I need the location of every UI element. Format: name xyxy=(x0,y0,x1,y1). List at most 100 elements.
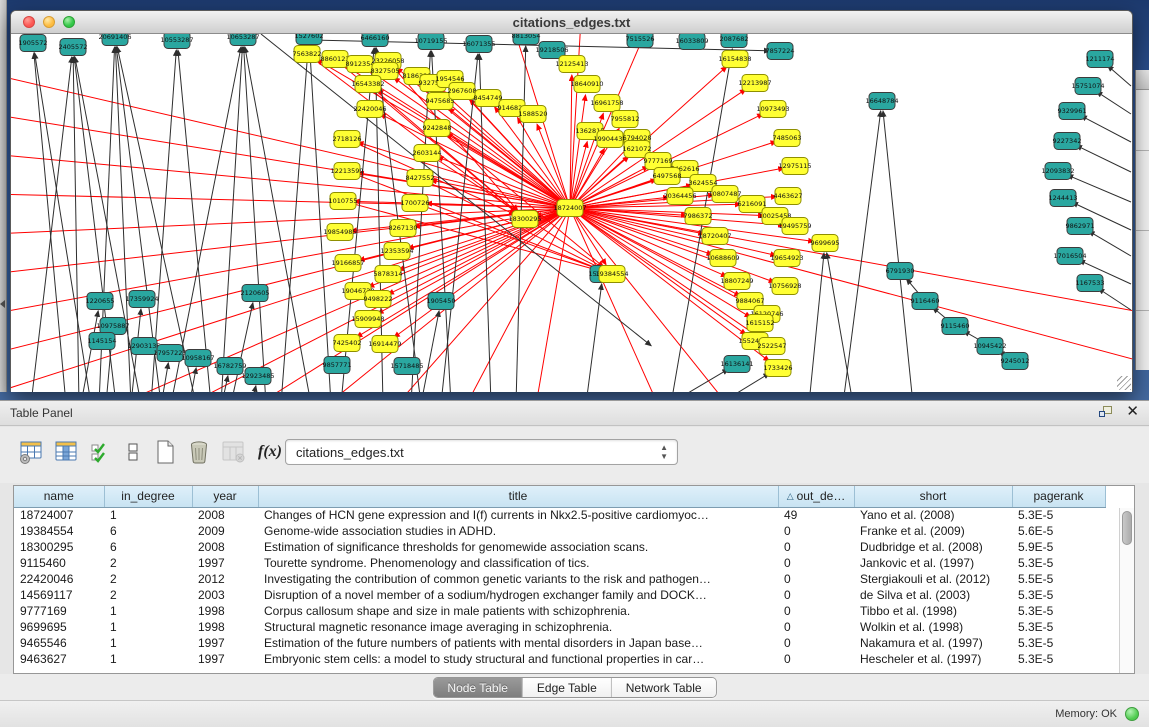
table-cell[interactable]: Estimation of significance thresholds fo… xyxy=(258,539,778,555)
table-cell[interactable]: 18300295 xyxy=(14,539,104,555)
table-cell[interactable]: Estimation of the future numbers of pati… xyxy=(258,635,778,651)
table-cell[interactable]: Changes of HCN gene expression and I(f) … xyxy=(258,507,778,523)
graph-node[interactable]: 19166857 xyxy=(331,255,364,272)
vertical-scrollbar[interactable] xyxy=(1119,508,1134,674)
table-cell[interactable]: Genome-wide association studies in ADHD. xyxy=(258,523,778,539)
graph-node[interactable]: 10945422 xyxy=(973,338,1006,355)
float-window-icon[interactable] xyxy=(1099,406,1115,420)
graph-node[interactable]: 8813054 xyxy=(512,34,541,45)
graph-node[interactable]: 9116460 xyxy=(911,293,940,310)
graph-node[interactable]: 7563822 xyxy=(293,46,322,63)
graph-node[interactable]: 9227342 xyxy=(1053,133,1082,150)
table-row[interactable]: 1872400712008Changes of HCN gene express… xyxy=(14,507,1105,523)
graph-node[interactable]: 1244413 xyxy=(1049,190,1078,207)
graph-node[interactable]: 16648784 xyxy=(865,93,898,110)
table-cell[interactable]: 1 xyxy=(104,603,192,619)
window-resize-grip[interactable] xyxy=(1117,376,1131,390)
graph-node[interactable]: 19654923 xyxy=(770,250,803,267)
graph-node[interactable]: 18807249 xyxy=(720,273,753,290)
table-cell[interactable]: Nakamura et al. (1997) xyxy=(854,635,1012,651)
table-cell[interactable]: 5.3E-5 xyxy=(1012,635,1105,651)
graph-node[interactable]: 22420046 xyxy=(353,101,386,118)
table-cell[interactable]: Structural magnetic resonance image aver… xyxy=(258,619,778,635)
table-row[interactable]: 1830029562008Estimation of significance … xyxy=(14,539,1105,555)
collapse-left-icon[interactable] xyxy=(0,300,5,308)
graph-node[interactable]: 16961758 xyxy=(590,95,623,112)
table-cell[interactable]: Yano et al. (2008) xyxy=(854,507,1012,523)
tab-node-table[interactable]: Node Table xyxy=(433,678,523,697)
table-cell[interactable]: Tourette syndrome. Phenomenology and cla… xyxy=(258,555,778,571)
table-cell[interactable]: 5.3E-5 xyxy=(1012,507,1105,523)
graph-edge[interactable] xyxy=(711,373,769,392)
new-table-icon[interactable] xyxy=(152,439,178,465)
table-cell[interactable]: Franke et al. (2009) xyxy=(854,523,1012,539)
graph-node[interactable]: 9777169 xyxy=(644,153,673,170)
graph-edge[interactable] xyxy=(189,368,196,392)
table-cell[interactable]: 9465546 xyxy=(14,635,104,651)
table-cell[interactable]: 49 xyxy=(778,507,854,523)
table-cell[interactable]: 9463627 xyxy=(14,651,104,667)
table-cell[interactable]: 1998 xyxy=(192,619,258,635)
table-cell[interactable]: 1997 xyxy=(192,555,258,571)
table-cell[interactable]: 14569117 xyxy=(14,587,104,603)
table-select[interactable]: citations_edges.txt ▲▼ xyxy=(285,439,678,465)
table-row[interactable]: 946362711997Embryonic stem cells: a mode… xyxy=(14,651,1105,667)
table-cell[interactable]: 0 xyxy=(778,523,854,539)
table-cell[interactable]: 1998 xyxy=(192,603,258,619)
table-cell[interactable]: 0 xyxy=(778,635,854,651)
graph-node[interactable]: 9498222 xyxy=(364,291,393,308)
graph-node[interactable]: 5878314 xyxy=(374,266,403,283)
table-cell[interactable]: 0 xyxy=(778,603,854,619)
table-cell[interactable]: 2008 xyxy=(192,539,258,555)
graph-node[interactable]: 6791930 xyxy=(886,263,915,280)
table-cell[interactable]: 0 xyxy=(778,555,854,571)
graph-node[interactable]: 7425402 xyxy=(333,335,362,352)
graph-node[interactable]: 1211174 xyxy=(1086,51,1115,68)
graph-node[interactable]: 6497568 xyxy=(653,168,682,185)
graph-node[interactable]: 9857771 xyxy=(323,357,352,374)
graph-node[interactable]: 7515526 xyxy=(626,34,655,48)
graph-node[interactable]: 19384554 xyxy=(595,266,628,283)
table-cell[interactable]: Tibbo et al. (1998) xyxy=(854,603,1012,619)
graph-edge[interactable] xyxy=(421,311,439,392)
graph-node[interactable]: 16071355 xyxy=(462,36,495,53)
graph-node[interactable]: 18640910 xyxy=(570,76,603,93)
table-cell[interactable]: Dudbridge et al. (2008) xyxy=(854,539,1012,555)
column-header-in_degree[interactable]: in_degree xyxy=(104,486,192,507)
tab-network-table[interactable]: Network Table xyxy=(612,678,716,697)
table-cell[interactable]: Embryonic stem cells: a model to study s… xyxy=(258,651,778,667)
graph-node[interactable]: 10973493 xyxy=(756,101,789,118)
graph-node[interactable]: 12213599 xyxy=(330,163,363,180)
table-cell[interactable]: 5.3E-5 xyxy=(1012,555,1105,571)
graph-node[interactable]: 19854985 xyxy=(323,224,356,241)
table-row[interactable]: 2242004622012Investigating the contribut… xyxy=(14,571,1105,587)
column-header-name[interactable]: name xyxy=(14,486,104,507)
table-cell[interactable]: 0 xyxy=(778,651,854,667)
table-cell[interactable]: 1997 xyxy=(192,651,258,667)
graph-node[interactable]: 18720407 xyxy=(698,228,731,245)
table-row[interactable]: 1938455462009Genome-wide association stu… xyxy=(14,523,1105,539)
graph-hub-node[interactable]: 18724007 xyxy=(553,200,586,217)
graph-edge[interactable] xyxy=(31,57,72,392)
graph-node[interactable]: 10688609 xyxy=(706,250,739,267)
graph-edge[interactable] xyxy=(883,111,913,392)
graph-node[interactable]: 10719155 xyxy=(414,34,447,50)
graph-node[interactable]: 10653287 xyxy=(226,34,259,46)
graph-node[interactable]: 1220655 xyxy=(86,293,115,310)
table-cell[interactable]: 2009 xyxy=(192,523,258,539)
graph-node[interactable]: 8267130 xyxy=(389,220,418,237)
table-cell[interactable]: 2 xyxy=(104,587,192,603)
graph-node[interactable]: 15718485 xyxy=(390,358,423,375)
table-cell[interactable]: 2012 xyxy=(192,571,258,587)
tab-edge-table[interactable]: Edge Table xyxy=(523,678,612,697)
row-height-icon[interactable] xyxy=(120,439,146,465)
graph-node[interactable]: 9242848 xyxy=(423,120,452,137)
graph-node[interactable]: 12353594 xyxy=(380,243,413,260)
graph-edge[interactable] xyxy=(1096,91,1131,114)
scrollbar-thumb[interactable] xyxy=(1122,511,1132,545)
table-cell[interactable]: 5.3E-5 xyxy=(1012,651,1105,667)
table-cell[interactable]: Stergiakouli et al. (2012) xyxy=(854,571,1012,587)
table-cell[interactable]: 2 xyxy=(104,555,192,571)
graph-node[interactable]: 2603144 xyxy=(413,145,442,162)
graph-node[interactable]: 2405572 xyxy=(59,39,88,56)
